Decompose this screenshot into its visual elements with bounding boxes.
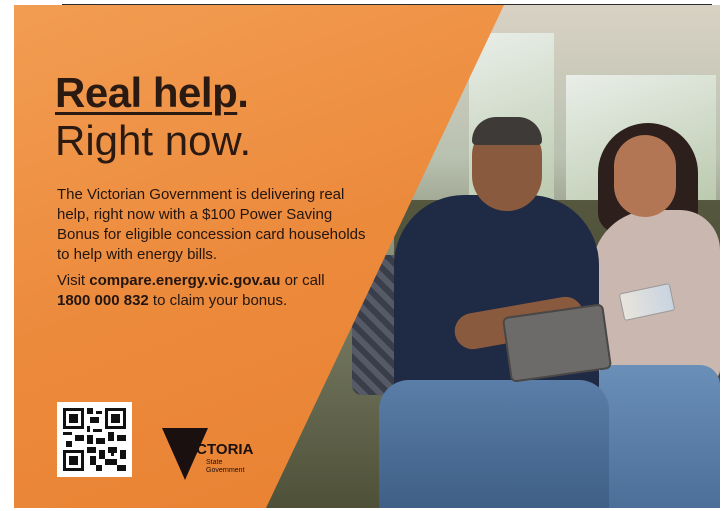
man-jeans (379, 380, 609, 508)
headline-line1: Real help. (55, 69, 249, 117)
headline-period: . (237, 69, 249, 116)
tablet (501, 303, 613, 383)
website-link[interactable]: compare.energy.vic.gov.au (89, 272, 280, 289)
headline-line2: Right now. (55, 117, 252, 164)
state-label: State (206, 459, 223, 466)
woman-jeans (594, 365, 720, 508)
advert-card: Real help. Right now. The Victorian Gove… (14, 5, 720, 508)
victoria-wordmark: VICTORIA (182, 441, 254, 458)
claim-text: to claim your bonus. (148, 292, 288, 309)
headline-underlined: Real help (55, 69, 238, 116)
state-government-text: State Government (206, 459, 245, 475)
body-paragraph-2: Visit compare.energy.vic.gov.au or call … (57, 271, 377, 311)
visit-text: Visit (57, 272, 90, 289)
body-paragraph-1: The Victorian Government is delivering r… (57, 186, 366, 263)
woman-face (614, 135, 676, 217)
government-label: Government (206, 467, 245, 474)
man-hair (472, 117, 542, 145)
phone-number[interactable]: 1800 000 832 (57, 292, 149, 309)
qr-code-icon[interactable] (57, 402, 132, 477)
or-call-text: or call (280, 272, 325, 289)
